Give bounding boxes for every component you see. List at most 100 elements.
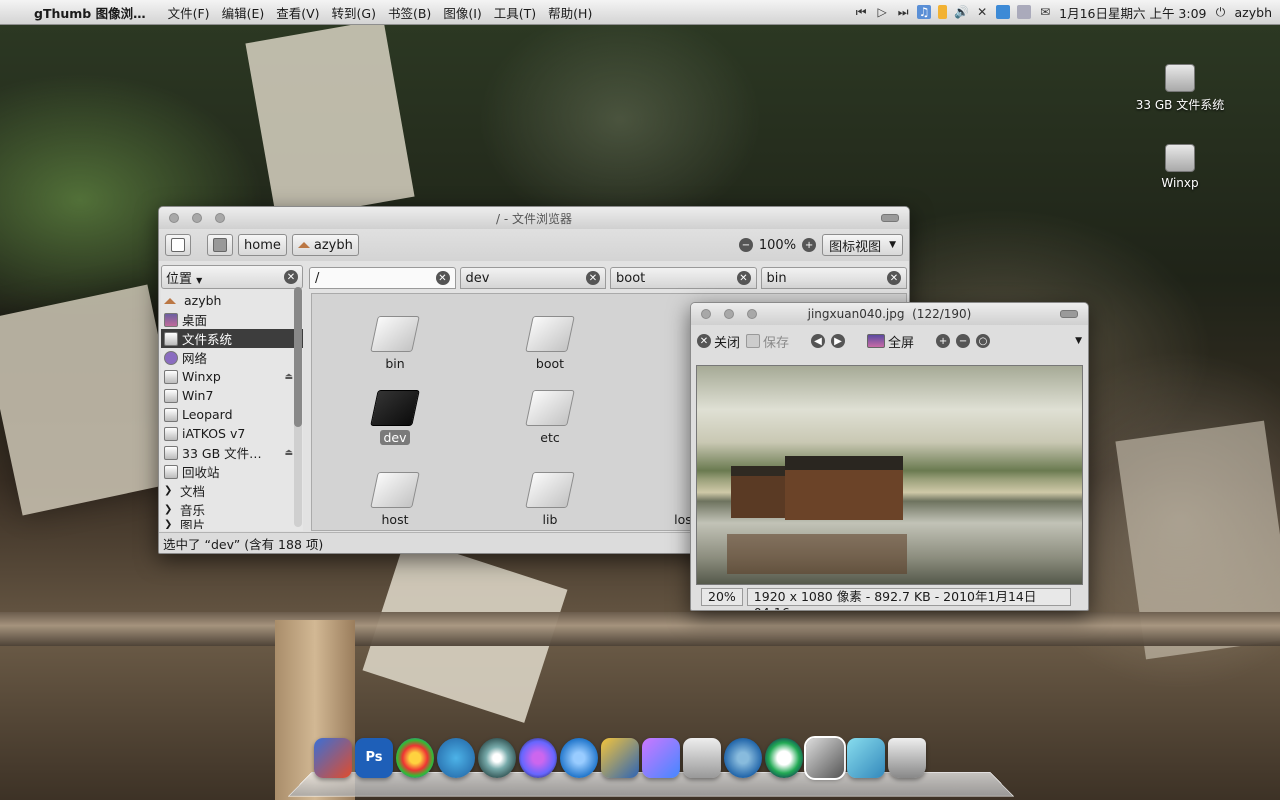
zoom-out-icon[interactable]: − (956, 334, 971, 348)
maximize-window-button[interactable] (215, 213, 225, 223)
folder-item[interactable]: host (355, 472, 435, 527)
edit-location-button[interactable] (165, 234, 191, 256)
username[interactable]: azybh (1235, 5, 1272, 20)
toolbar-toggle-button[interactable] (1060, 310, 1078, 318)
zoom-fit-icon[interactable]: ○ (976, 334, 991, 348)
browser-titlebar[interactable]: / - 文件浏览器 (159, 207, 909, 229)
sidebar-item-win7[interactable]: Win7 (161, 386, 303, 405)
app-name[interactable]: gThumb 图像浏… (34, 3, 146, 22)
notes-icon[interactable] (683, 738, 721, 778)
close-tab-icon[interactable]: ✕ (435, 271, 450, 285)
battery-icon[interactable] (938, 5, 948, 19)
close-window-button[interactable] (701, 309, 711, 319)
menu-bookmarks[interactable]: 书签(B) (388, 3, 431, 22)
gthumb-icon[interactable] (804, 736, 846, 780)
folder-item[interactable]: bin (355, 316, 435, 371)
minimize-window-button[interactable] (724, 309, 734, 319)
sidebar-scrollbar[interactable] (294, 287, 302, 527)
menu-tools[interactable]: 工具(T) (494, 3, 536, 22)
save-button[interactable]: 保存 (746, 332, 789, 351)
sidebar-item-azybh[interactable]: azybh (161, 291, 303, 310)
scrollbar-thumb[interactable] (294, 287, 302, 427)
image-display[interactable] (696, 365, 1083, 585)
menu-go[interactable]: 转到(G) (332, 3, 376, 22)
sidebar-item-desktop[interactable]: 桌面 (161, 310, 303, 329)
sidebar-item-33gb[interactable]: 33 GB 文件… ⏏ (161, 443, 303, 462)
close-tab-icon[interactable]: ✕ (586, 271, 600, 285)
toolbar-toggle-button[interactable] (881, 214, 899, 222)
network-icon[interactable] (996, 5, 1011, 19)
path-home-button[interactable]: home (238, 234, 287, 256)
zoom-in-icon[interactable]: + (936, 334, 951, 348)
sidebar-item-music[interactable]: ❯ 音乐 (161, 500, 303, 519)
photo-flower-icon[interactable] (396, 738, 434, 778)
clock[interactable]: 1月16日星期六 上午 3:09 (1059, 3, 1206, 22)
disc-utility-icon[interactable] (560, 738, 598, 778)
volume-icon[interactable]: 🔊 (954, 5, 969, 19)
sidebar-item-winxp[interactable]: Winxp ⏏ (161, 367, 303, 386)
desktop-drive-33gb[interactable]: 33 GB 文件系统 (1130, 64, 1230, 113)
wifi-icon[interactable] (1017, 5, 1032, 19)
navigator-icon[interactable] (765, 738, 803, 778)
menu-view[interactable]: 查看(V) (276, 3, 319, 22)
sidebar-item-filesystem[interactable]: 文件系统 (161, 329, 303, 348)
sidebar-item-leopard[interactable]: Leopard (161, 405, 303, 424)
sidebar-header[interactable]: 位置 ▼ ✕ (161, 265, 303, 289)
photoshop-icon[interactable]: Ps (355, 738, 393, 778)
close-tab-icon[interactable]: ✕ (887, 271, 901, 285)
menu-edit[interactable]: 编辑(E) (222, 3, 265, 22)
folder-item-selected[interactable]: dev (355, 390, 435, 445)
image-info: 1920 x 1080 像素 - 892.7 KB - 2010年1月14日 0… (746, 588, 1071, 610)
mascot-icon[interactable] (437, 738, 475, 778)
music-icon[interactable]: ♫ (917, 5, 932, 19)
fullscreen-button[interactable]: 全屏 (867, 332, 914, 351)
overflow-menu-icon[interactable]: ▼ (1075, 336, 1082, 346)
sidebar-item-network[interactable]: 网络 (161, 348, 303, 367)
bluetooth-icon[interactable]: ✕ (975, 5, 989, 19)
sidebar-item-pictures[interactable]: ❯ 图片 (161, 519, 303, 529)
power-icon[interactable]: ⏻ (1214, 5, 1228, 19)
root-path-button[interactable] (207, 234, 233, 256)
path-user-button[interactable]: azybh (291, 234, 359, 256)
previous-image-icon[interactable]: ◀ (811, 334, 826, 348)
minimize-window-button[interactable] (192, 213, 202, 223)
menu-file[interactable]: 文件(F) (168, 3, 210, 22)
desktop-drive-winxp[interactable]: Winxp (1130, 144, 1230, 190)
terminal-gun-icon[interactable] (642, 738, 680, 778)
sidebar-item-documents[interactable]: ❯ 文档 (161, 481, 303, 500)
tab-root[interactable]: / ✕ (309, 267, 456, 289)
zoom-in-icon[interactable]: + (802, 238, 817, 252)
tab-dev[interactable]: dev ✕ (459, 267, 606, 289)
close-sidebar-icon[interactable]: ✕ (284, 270, 298, 284)
trash-icon[interactable] (888, 738, 926, 778)
tab-boot[interactable]: boot ✕ (610, 267, 757, 289)
next-image-icon[interactable]: ▶ (831, 334, 846, 348)
close-button[interactable]: ✕ 关闭 (697, 332, 740, 351)
menu-help[interactable]: 帮助(H) (548, 3, 592, 22)
close-tab-icon[interactable]: ✕ (736, 271, 751, 285)
folder-item[interactable]: etc (510, 390, 590, 445)
folder-item[interactable]: boot (510, 316, 590, 371)
forklift-icon[interactable] (601, 738, 639, 778)
box-icon[interactable] (847, 738, 885, 778)
security-icon[interactable] (724, 738, 762, 778)
viewer-titlebar[interactable]: jingxuan040.jpg (122/190) (691, 303, 1088, 325)
sidebar-item-iatkos[interactable]: iATKOS v7 (161, 424, 303, 443)
eject-icon[interactable]: ⏏ (284, 372, 293, 382)
view-mode-select[interactable]: 图标视图 ▼ (822, 234, 903, 256)
eject-icon[interactable]: ⏏ (284, 448, 293, 458)
media-prev-icon[interactable]: ⏮ (854, 5, 868, 19)
mail-icon[interactable]: ✉ (1038, 5, 1052, 19)
network-tool-icon[interactable] (314, 738, 352, 778)
folder-item[interactable]: lib (510, 472, 590, 527)
media-next-icon[interactable]: ⏭ (896, 5, 910, 19)
zoom-out-icon[interactable]: − (738, 238, 753, 252)
tab-bin[interactable]: bin ✕ (760, 267, 907, 289)
sidebar-item-trash[interactable]: 回收站 (161, 462, 303, 481)
media-play-icon[interactable]: ▷ (875, 5, 889, 19)
close-window-button[interactable] (169, 213, 179, 223)
maximize-window-button[interactable] (747, 309, 757, 319)
dvd-player-icon[interactable] (478, 738, 516, 778)
chat-icon[interactable] (519, 738, 557, 778)
menu-image[interactable]: 图像(I) (443, 3, 481, 22)
